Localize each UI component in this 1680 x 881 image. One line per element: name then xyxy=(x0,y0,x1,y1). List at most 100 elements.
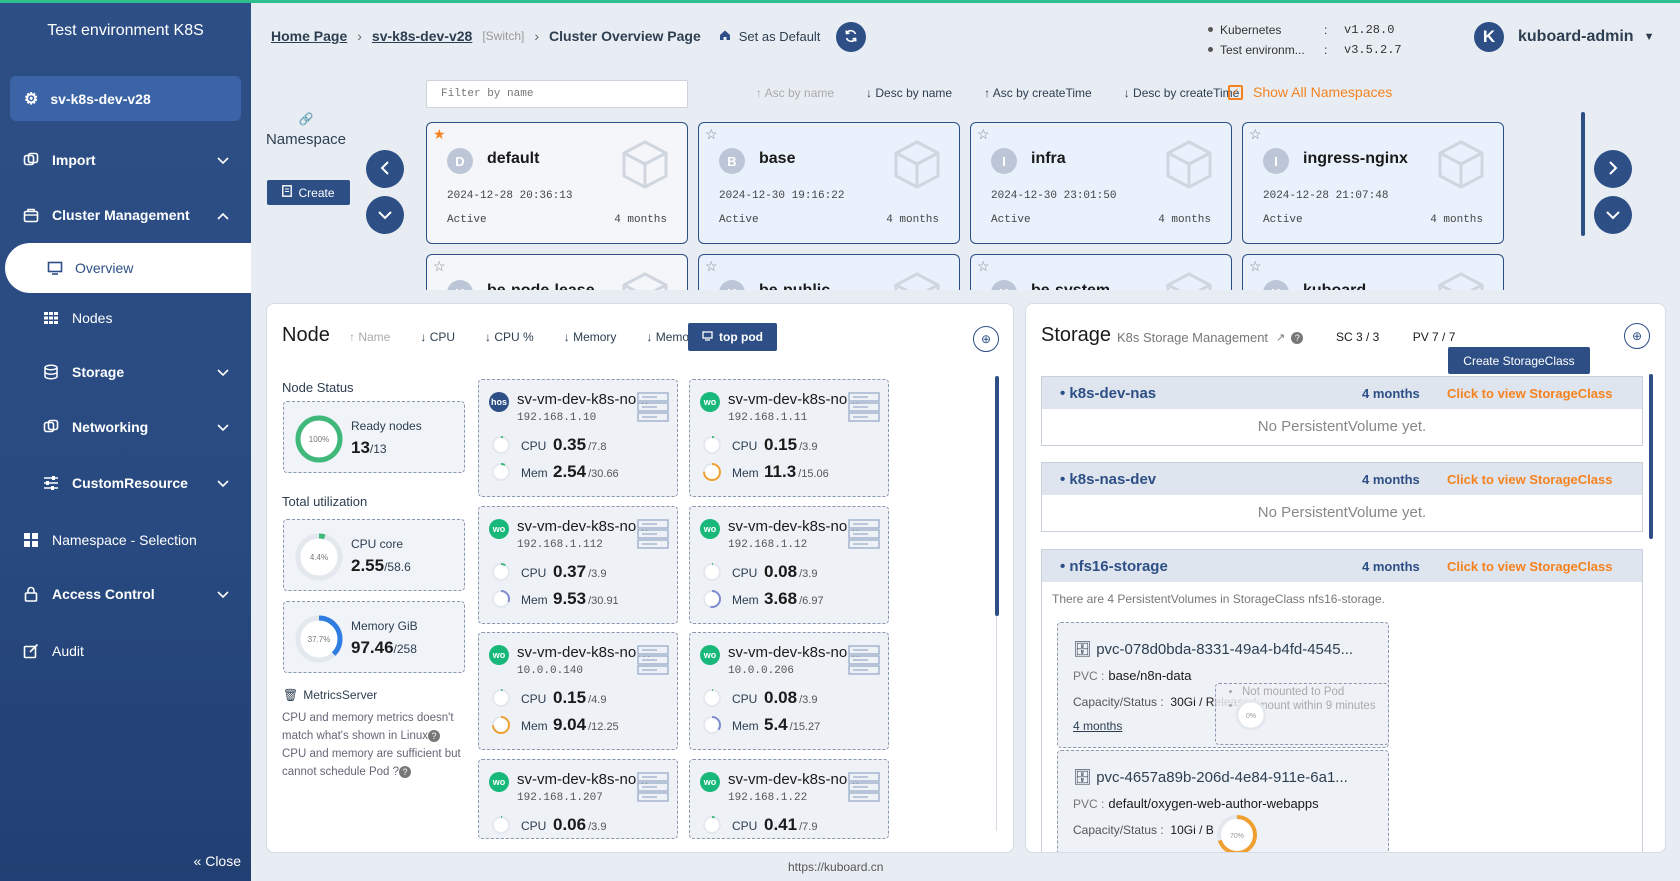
sliders-icon xyxy=(42,474,60,492)
storageclass-age: 4 months xyxy=(1362,472,1420,487)
cpu-label: CPU xyxy=(521,692,547,706)
node-card[interactable]: hos sv-vm-dev-k8s-no... 192.168.1.10 CPU 0.3… xyxy=(478,379,678,497)
storageclass-header[interactable]: • k8s-nas-dev 4 months Click to view Sto… xyxy=(1042,463,1642,495)
sidebar-item-namespace-selection[interactable]: Namespace - Selection xyxy=(0,520,251,560)
node-card[interactable]: wo sv-vm-dev-k8s-no... 192.168.1.112 CPU 0.3… xyxy=(478,506,678,624)
namespace-name: kuboard xyxy=(1303,282,1366,290)
metrics-server-link[interactable]: 🗑 MetricsServer xyxy=(283,688,377,702)
grid-icon xyxy=(42,309,60,327)
sort-asc-name[interactable]: ↑ Asc by name xyxy=(756,86,850,100)
namespace-card[interactable]: ☆Kkuboard xyxy=(1242,254,1504,290)
namespace-name: be-public xyxy=(759,282,830,290)
sort-name[interactable]: ↑ Name xyxy=(349,330,405,344)
namespace-scrollbar[interactable] xyxy=(1581,112,1585,236)
pv-card[interactable]: 🗄 pvc-078d0bda-8331-49a4-b4fd-4545... PV… xyxy=(1057,622,1389,748)
node-name: sv-vm-dev-k8s-no... xyxy=(728,391,860,408)
create-namespace-button[interactable]: Create xyxy=(267,180,350,205)
star-icon[interactable]: ☆ xyxy=(1249,258,1262,275)
namespace-expand-button[interactable] xyxy=(366,196,404,234)
sort-desc-name[interactable]: ↓ Desc by name xyxy=(866,86,968,100)
breadcrumb-cluster[interactable]: sv-k8s-dev-v28 xyxy=(372,28,472,44)
namespace-card[interactable]: ☆Kbe-public xyxy=(698,254,960,290)
top-pod-button[interactable]: top pod xyxy=(688,323,777,351)
storage-subtitle-link[interactable]: K8s Storage Management ↗ ? xyxy=(1117,330,1304,345)
star-icon[interactable]: ☆ xyxy=(1249,126,1262,143)
star-icon[interactable]: ☆ xyxy=(705,126,718,143)
node-card[interactable]: wo sv-vm-dev-k8s-no... 10.0.0.206 CPU 0.08/3… xyxy=(689,632,889,750)
sidebar-close-button[interactable]: « Close xyxy=(194,853,241,869)
node-scrollbar[interactable] xyxy=(995,376,999,616)
sidebar-item-nodes[interactable]: Nodes xyxy=(0,298,251,338)
set-default-button[interactable]: Set as Default xyxy=(719,29,820,44)
cluster-selector[interactable]: ⚙ sv-k8s-dev-v28 xyxy=(10,76,241,121)
namespace-letter: K xyxy=(991,280,1017,290)
link-icon[interactable]: 🔗 xyxy=(264,112,348,126)
sidebar-item-cluster-management[interactable]: Cluster Management xyxy=(0,195,251,235)
chevron-left-icon xyxy=(380,160,390,178)
ring-label: 4.4% xyxy=(310,553,328,562)
help-item[interactable]: CPU and memory metrics doesn't match wha… xyxy=(282,709,467,745)
namespace-card[interactable]: ☆Kbe-system xyxy=(970,254,1232,290)
namespace-prev-button[interactable] xyxy=(366,150,404,188)
node-card[interactable]: wo sv-vm-dev-k8s-no... 192.168.1.207 CPU 0.0… xyxy=(478,759,678,839)
show-all-namespaces-checkbox[interactable]: ✓ Show All Namespaces xyxy=(1228,84,1392,100)
create-storageclass-button[interactable]: Create StorageClass xyxy=(1448,347,1590,374)
footer-url[interactable]: https://kuboard.cn xyxy=(788,860,883,874)
namespace-card[interactable]: ☆ Iinfra 2024-12-30 23:01:50 Active 4 months xyxy=(970,122,1232,244)
version-value: v1.28.0 xyxy=(1344,23,1395,37)
sort-memory[interactable]: ↓ Memory xyxy=(564,330,632,344)
pv-card[interactable]: 🗄 pvc-4657a89b-206d-4e84-911e-6a1... PVC… xyxy=(1057,750,1389,852)
namespace-label: Namespace xyxy=(265,131,347,148)
sidebar-item-access-control[interactable]: Access Control xyxy=(0,574,251,614)
sort-label: Desc by createTime xyxy=(1133,86,1240,100)
sort-asc-time[interactable]: ↑ Asc by createTime xyxy=(984,86,1108,100)
document-icon xyxy=(282,185,293,200)
view-storageclass-link[interactable]: Click to view StorageClass xyxy=(1447,472,1612,487)
sidebar-item-storage[interactable]: Storage xyxy=(0,352,251,392)
node-card[interactable]: wo sv-vm-dev-k8s-no... 192.168.1.22 CPU 0.41… xyxy=(689,759,889,839)
node-card[interactable]: wo sv-vm-dev-k8s-nod... 10.0.0.140 CPU 0.15/… xyxy=(478,632,678,750)
switch-cluster-link[interactable]: [Switch] xyxy=(482,29,524,43)
namespace-card[interactable]: ☆ Bbase 2024-12-30 19:16:22 Active 4 months xyxy=(698,122,960,244)
star-icon[interactable]: ☆ xyxy=(433,258,446,275)
storageclass-header[interactable]: • k8s-dev-nas 4 months Click to view Sto… xyxy=(1042,377,1642,409)
name: pvc-4657a89b-206d-4e84-911e-6a1... xyxy=(1096,769,1348,786)
chevron-up-icon xyxy=(217,207,229,223)
node-cpu-row: CPU 0.15/3.9 xyxy=(702,435,817,455)
star-icon[interactable]: ☆ xyxy=(977,258,990,275)
sidebar-item-custom-resource[interactable]: CustomResource xyxy=(0,463,251,503)
sidebar-item-import[interactable]: Import xyxy=(0,140,251,180)
mem-total: /6.97 xyxy=(799,595,824,607)
star-icon[interactable]: ☆ xyxy=(705,258,718,275)
create-label: Create xyxy=(298,185,335,200)
namespace-filter-input[interactable] xyxy=(426,80,688,108)
sort-cpu-pct[interactable]: ↓ CPU % xyxy=(485,330,549,344)
storage-scrollbar[interactable] xyxy=(1649,374,1653,539)
usage-ring: 0% xyxy=(1235,699,1267,731)
star-icon[interactable]: ★ xyxy=(433,126,446,143)
namespace-card[interactable]: ☆ Iingress-nginx 2024-12-28 21:07:48 Active… xyxy=(1242,122,1504,244)
node-card[interactable]: wo sv-vm-dev-k8s-no... 192.168.1.11 CPU 0.15… xyxy=(689,379,889,497)
star-icon[interactable]: ☆ xyxy=(977,126,990,143)
sidebar-item-audit[interactable]: Audit xyxy=(0,631,251,671)
storageclass-header[interactable]: • nfs16-storage 4 months Click to view S… xyxy=(1042,550,1642,582)
refresh-button[interactable] xyxy=(836,22,866,52)
sidebar-item-networking[interactable]: Networking xyxy=(0,407,251,447)
namespace-next-button[interactable] xyxy=(1594,150,1632,188)
zoom-button[interactable]: ⊕ xyxy=(973,326,999,352)
zoom-button[interactable]: ⊕ xyxy=(1624,323,1650,349)
help-item[interactable]: CPU and memory are sufficient but cannot… xyxy=(282,745,467,781)
view-storageclass-link[interactable]: Click to view StorageClass xyxy=(1447,386,1612,401)
namespace-card[interactable]: ☆Kbe-node-lease xyxy=(426,254,688,290)
namespace-card[interactable]: ★ Ddefault 2024-12-28 20:36:13 Active 4 mont… xyxy=(426,122,688,244)
chevron-right-icon: › xyxy=(357,28,362,44)
user-menu[interactable]: K kuboard-admin ▼ xyxy=(1474,22,1654,52)
sort-cpu[interactable]: ↓ CPU xyxy=(420,330,470,344)
sidebar-item-overview[interactable]: Overview xyxy=(5,243,251,293)
namespace-collapse-button[interactable] xyxy=(1594,196,1632,234)
node-card[interactable]: wo sv-vm-dev-k8s-no... 192.168.1.12 CPU 0.08… xyxy=(689,506,889,624)
view-storageclass-link[interactable]: Click to view StorageClass xyxy=(1447,559,1612,574)
cpu-value: 0.37 xyxy=(553,562,587,581)
breadcrumb-home[interactable]: Home Page xyxy=(271,28,347,44)
node-mem-row: Mem 5.4/15.27 xyxy=(702,715,820,735)
